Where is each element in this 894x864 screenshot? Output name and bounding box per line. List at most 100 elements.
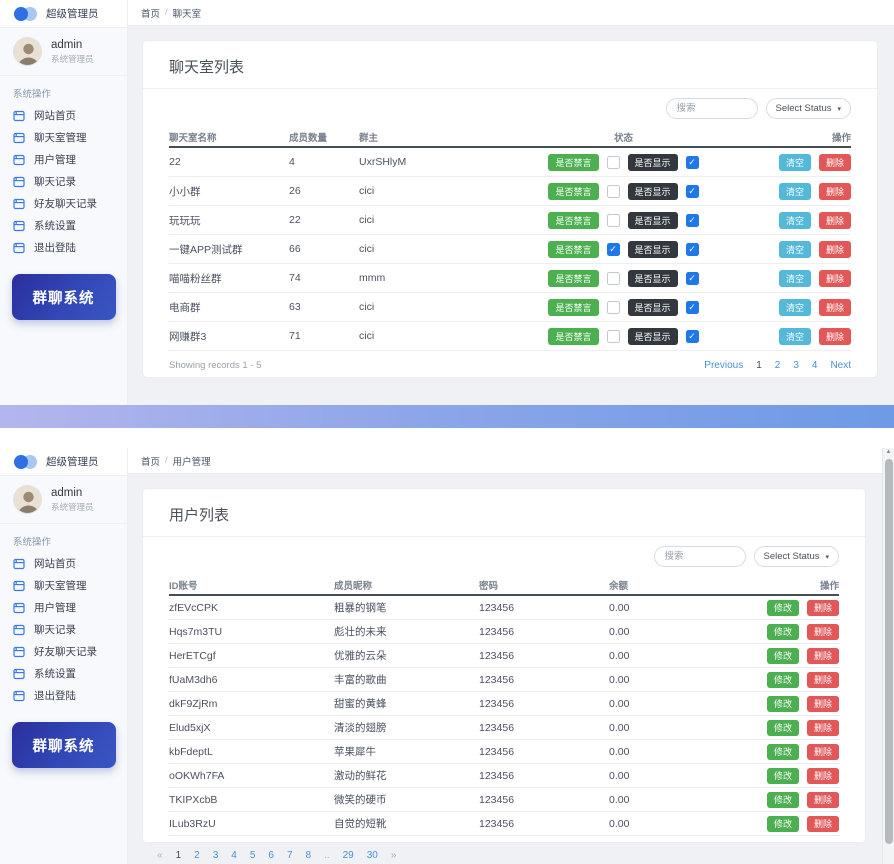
clear-button[interactable]: 清空 [779, 299, 811, 316]
search-input[interactable] [654, 546, 746, 567]
page-item-2[interactable]: 2 [775, 360, 781, 371]
status-filter-select[interactable]: Select Status ▾ [766, 98, 852, 119]
show-checkbox[interactable]: ✓ [686, 272, 699, 285]
search-input[interactable] [666, 98, 758, 119]
page-item-Previous[interactable]: Previous [704, 360, 743, 371]
status-filter-select[interactable]: Select Status ▾ [754, 546, 840, 567]
delete-button[interactable]: 删除 [819, 241, 851, 258]
clear-button[interactable]: 清空 [779, 183, 811, 200]
mute-toggle-button[interactable]: 是否禁言 [548, 212, 598, 229]
delete-button[interactable]: 删除 [819, 183, 851, 200]
mute-toggle-button[interactable]: 是否禁言 [548, 270, 598, 287]
modify-button[interactable]: 修改 [767, 600, 799, 616]
sidebar-item-1[interactable]: 网站首页 [0, 552, 127, 574]
mute-checkbox[interactable] [607, 330, 620, 343]
delete-button[interactable]: 删除 [819, 154, 851, 171]
mute-toggle-button[interactable]: 是否禁言 [548, 241, 598, 258]
sidebar-item-2[interactable]: 聊天室管理 [0, 574, 127, 596]
show-checkbox[interactable]: ✓ [686, 301, 699, 314]
system-banner[interactable]: 群聊系统 [12, 722, 116, 768]
clear-button[interactable]: 清空 [779, 270, 811, 287]
mute-checkbox[interactable]: ✓ [607, 243, 620, 256]
page-item-5[interactable]: 5 [250, 850, 256, 861]
page-item-30[interactable]: 30 [367, 850, 378, 861]
clear-button[interactable]: 清空 [779, 212, 811, 229]
delete-button[interactable]: 删除 [819, 212, 851, 229]
modify-button[interactable]: 修改 [767, 792, 799, 808]
sidebar-item-7[interactable]: 退出登陆 [0, 684, 127, 706]
page-item-..[interactable]: .. [324, 850, 330, 861]
page-item-8[interactable]: 8 [306, 850, 312, 861]
page-item-29[interactable]: 29 [343, 850, 354, 861]
scrollbar-thumb[interactable] [885, 459, 893, 844]
delete-button[interactable]: 删除 [807, 600, 839, 616]
show-checkbox[interactable]: ✓ [686, 185, 699, 198]
page-item-1[interactable]: 1 [756, 360, 762, 371]
delete-button[interactable]: 删除 [819, 299, 851, 316]
scrollbar[interactable]: ▲ [882, 448, 894, 864]
show-toggle-button[interactable]: 是否显示 [628, 183, 678, 200]
sidebar-item-7[interactable]: 退出登陆 [0, 236, 127, 258]
page-item-6[interactable]: 6 [268, 850, 274, 861]
clear-button[interactable]: 清空 [779, 241, 811, 258]
show-checkbox[interactable]: ✓ [686, 214, 699, 227]
mute-toggle-button[interactable]: 是否禁言 [548, 154, 598, 171]
delete-button[interactable]: 删除 [807, 816, 839, 832]
sidebar-item-4[interactable]: 聊天记录 [0, 618, 127, 640]
mute-checkbox[interactable] [607, 272, 620, 285]
modify-button[interactable]: 修改 [767, 672, 799, 688]
delete-button[interactable]: 删除 [807, 744, 839, 760]
delete-button[interactable]: 删除 [807, 792, 839, 808]
mute-toggle-button[interactable]: 是否禁言 [548, 328, 598, 345]
delete-button[interactable]: 删除 [807, 696, 839, 712]
clear-button[interactable]: 清空 [779, 328, 811, 345]
modify-button[interactable]: 修改 [767, 696, 799, 712]
mute-checkbox[interactable] [607, 301, 620, 314]
modify-button[interactable]: 修改 [767, 720, 799, 736]
sidebar-item-3[interactable]: 用户管理 [0, 596, 127, 618]
mute-checkbox[interactable] [607, 214, 620, 227]
show-checkbox[interactable]: ✓ [686, 156, 699, 169]
page-item-7[interactable]: 7 [287, 850, 293, 861]
modify-button[interactable]: 修改 [767, 648, 799, 664]
modify-button[interactable]: 修改 [767, 744, 799, 760]
clear-button[interactable]: 清空 [779, 154, 811, 171]
mute-toggle-button[interactable]: 是否禁言 [548, 183, 598, 200]
delete-button[interactable]: 删除 [807, 648, 839, 664]
sidebar-item-1[interactable]: 网站首页 [0, 104, 127, 126]
page-item-3[interactable]: 3 [793, 360, 799, 371]
delete-button[interactable]: 删除 [807, 720, 839, 736]
system-banner[interactable]: 群聊系统 [12, 274, 116, 320]
mute-checkbox[interactable] [607, 156, 620, 169]
sidebar-item-5[interactable]: 好友聊天记录 [0, 192, 127, 214]
sidebar-item-5[interactable]: 好友聊天记录 [0, 640, 127, 662]
mute-toggle-button[interactable]: 是否禁言 [548, 299, 598, 316]
show-toggle-button[interactable]: 是否显示 [628, 241, 678, 258]
page-item-»[interactable]: » [391, 850, 397, 861]
sidebar-item-3[interactable]: 用户管理 [0, 148, 127, 170]
delete-button[interactable]: 删除 [807, 624, 839, 640]
show-toggle-button[interactable]: 是否显示 [628, 299, 678, 316]
show-checkbox[interactable]: ✓ [686, 243, 699, 256]
page-item-2[interactable]: 2 [194, 850, 200, 861]
show-toggle-button[interactable]: 是否显示 [628, 212, 678, 229]
scrollbar-up-arrow-icon[interactable]: ▲ [883, 449, 894, 455]
breadcrumb-home[interactable]: 首页 [141, 454, 160, 468]
page-item-4[interactable]: 4 [231, 850, 237, 861]
delete-button[interactable]: 删除 [807, 768, 839, 784]
delete-button[interactable]: 删除 [819, 328, 851, 345]
modify-button[interactable]: 修改 [767, 816, 799, 832]
modify-button[interactable]: 修改 [767, 624, 799, 640]
delete-button[interactable]: 删除 [819, 270, 851, 287]
show-toggle-button[interactable]: 是否显示 [628, 270, 678, 287]
sidebar-item-2[interactable]: 聊天室管理 [0, 126, 127, 148]
modify-button[interactable]: 修改 [767, 768, 799, 784]
delete-button[interactable]: 删除 [807, 672, 839, 688]
sidebar-item-4[interactable]: 聊天记录 [0, 170, 127, 192]
show-toggle-button[interactable]: 是否显示 [628, 154, 678, 171]
show-toggle-button[interactable]: 是否显示 [628, 328, 678, 345]
breadcrumb-home[interactable]: 首页 [141, 6, 160, 20]
page-item-3[interactable]: 3 [213, 850, 219, 861]
sidebar-item-6[interactable]: 系统设置 [0, 214, 127, 236]
show-checkbox[interactable]: ✓ [686, 330, 699, 343]
